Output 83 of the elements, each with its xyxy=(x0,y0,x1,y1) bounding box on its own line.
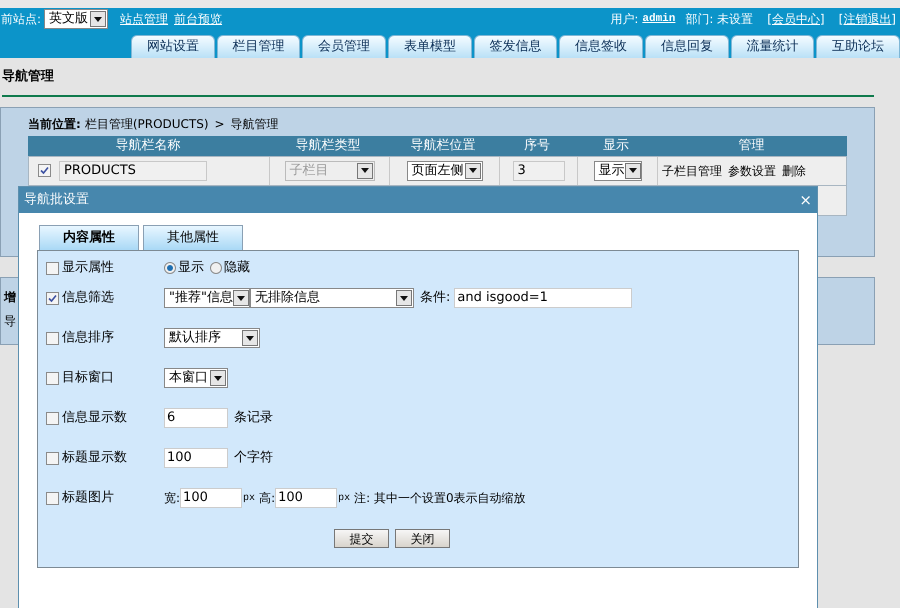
checkbox[interactable] xyxy=(46,292,59,304)
select-field[interactable]: 英文版 xyxy=(44,9,108,29)
condition-label: 条件: xyxy=(420,289,450,308)
checkbox[interactable] xyxy=(46,262,59,274)
checkbox[interactable] xyxy=(38,164,51,177)
action-link[interactable]: 子栏目管理 xyxy=(662,162,722,180)
checkbox[interactable] xyxy=(46,452,59,464)
unit-label: px xyxy=(338,492,350,506)
select-value: "推荐"信息 xyxy=(169,289,233,308)
select-value: 子栏目 xyxy=(290,162,328,180)
row-label: 标题图片 xyxy=(62,489,114,508)
checkmark-icon xyxy=(40,166,49,175)
number-field[interactable]: 6 xyxy=(164,408,228,428)
main-tab[interactable]: 会员管理 xyxy=(302,35,386,58)
width-label: 宽: xyxy=(164,490,180,507)
action-link[interactable]: 删除 xyxy=(782,162,806,180)
select-field[interactable]: 本窗口 xyxy=(164,368,228,388)
panel-text: 增 xyxy=(4,288,16,306)
select-field[interactable]: 显示 xyxy=(594,160,642,180)
breadcrumb-current: 导航管理 xyxy=(230,116,279,132)
dialog-button[interactable]: 提交 xyxy=(334,529,389,548)
select-field[interactable]: "推荐"信息 xyxy=(164,288,250,308)
main-tab[interactable]: 信息签收 xyxy=(559,35,644,58)
radio-option[interactable]: 显示 xyxy=(164,258,204,278)
main-tab[interactable]: 表单模型 xyxy=(388,35,472,58)
breadcrumb-separator: > xyxy=(214,116,225,132)
height-field[interactable]: 100 xyxy=(275,488,338,508)
department-text: 部门: 未设置 xyxy=(685,11,754,28)
checkbox[interactable] xyxy=(46,372,59,384)
row-label: 目标窗口 xyxy=(62,369,114,388)
unit-label: 条记录 xyxy=(234,409,273,428)
column-header: 导航栏类型 xyxy=(294,136,362,155)
user-label: 用户: xyxy=(610,11,638,28)
checkbox[interactable] xyxy=(46,412,59,424)
select-value: 显示 xyxy=(598,162,624,180)
main-tab[interactable]: 网站设置 xyxy=(131,35,215,58)
condition-field[interactable]: and isgood=1 xyxy=(454,288,632,308)
select-field[interactable]: 页面左侧 xyxy=(406,160,482,180)
select-value: 默认排序 xyxy=(169,329,221,348)
row-label: 信息筛选 xyxy=(62,289,114,308)
row-label: 信息排序 xyxy=(62,329,114,348)
column-header: 导航栏位置 xyxy=(410,136,476,155)
main-tab[interactable]: 信息回复 xyxy=(645,35,729,58)
close-button[interactable]: × xyxy=(799,192,812,208)
select-value: 无排除信息 xyxy=(255,289,320,308)
select-field[interactable]: 无排除信息 xyxy=(250,288,414,308)
panel-text: 导 xyxy=(4,312,16,330)
column-header: 显示 xyxy=(602,136,630,155)
number-field[interactable]: 100 xyxy=(164,448,228,468)
breadcrumb-link[interactable]: 栏目管理(PRODUCTS) xyxy=(84,114,209,132)
main-tab[interactable]: 栏目管理 xyxy=(216,35,300,58)
dialog-tab[interactable]: 其他属性 xyxy=(143,225,243,250)
dialog-button[interactable]: 关闭 xyxy=(395,529,450,548)
order-field[interactable]: 3 xyxy=(512,160,564,180)
checkmark-icon xyxy=(48,294,57,302)
width-field[interactable]: 100 xyxy=(180,488,242,508)
select-value: 页面左侧 xyxy=(412,162,464,180)
name-field[interactable]: PRODUCTS xyxy=(59,160,207,180)
row-label: 显示属性 xyxy=(62,259,114,278)
action-link[interactable]: 参数设置 xyxy=(728,162,776,180)
column-header: 导航栏名称 xyxy=(114,136,182,155)
radio-option[interactable]: 隐藏 xyxy=(210,258,250,278)
unit-label: px xyxy=(243,492,256,506)
main-tab[interactable]: 签发信息 xyxy=(474,35,558,58)
select-value: 英文版 xyxy=(49,10,88,28)
note-text: 注: 其中一个设置0表示自动缩放 xyxy=(354,490,526,507)
column-header: 序号 xyxy=(523,136,551,155)
dialog-tab[interactable]: 内容属性 xyxy=(39,225,139,250)
page-title: 导航管理 xyxy=(2,68,55,86)
breadcrumb-label: 当前位置: xyxy=(28,116,81,132)
main-tab[interactable]: 互助论坛 xyxy=(816,35,900,58)
row-label: 标题显示数 xyxy=(62,449,127,468)
unit-label: 个字符 xyxy=(234,449,273,468)
height-label: 高: xyxy=(259,490,276,507)
select-field[interactable]: 默认排序 xyxy=(164,328,260,348)
dialog-title: 导航批设置 xyxy=(24,191,89,210)
column-header: 管理 xyxy=(738,136,766,155)
select-value: 本窗口 xyxy=(169,369,208,388)
main-tab[interactable]: 流量统计 xyxy=(730,35,814,58)
checkbox[interactable] xyxy=(46,492,59,504)
site-label: 前站点: xyxy=(1,11,42,28)
checkbox[interactable] xyxy=(46,332,59,344)
row-label: 信息显示数 xyxy=(62,409,127,428)
